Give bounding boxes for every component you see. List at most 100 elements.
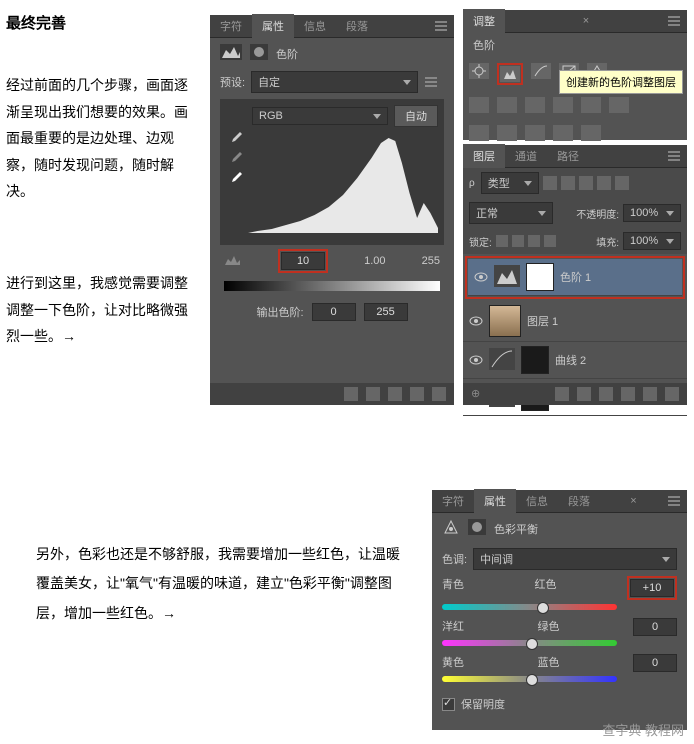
footer-icon-1[interactable] [344, 387, 358, 401]
selective-color-icon[interactable] [581, 125, 601, 141]
hue-icon[interactable] [469, 97, 489, 113]
brightness-icon[interactable] [469, 63, 489, 79]
layer-curves-2[interactable]: 曲线 2 [463, 342, 687, 379]
mask-thumb[interactable] [526, 263, 554, 291]
tab-properties[interactable]: 属性 [474, 489, 516, 513]
adj-menu-icon[interactable] [667, 15, 681, 27]
footer-icon-2[interactable] [366, 387, 380, 401]
layers-menu-icon[interactable] [667, 150, 681, 162]
preserve-luminosity-checkbox[interactable] [442, 698, 455, 711]
layer-levels-1[interactable]: 色阶 1 [468, 259, 682, 296]
layer-name[interactable]: 图层 1 [527, 313, 558, 329]
visibility-icon[interactable] [469, 316, 483, 326]
lock-trans-icon[interactable] [496, 235, 508, 247]
tab-info[interactable]: 信息 [294, 14, 336, 38]
close-icon[interactable]: × [624, 493, 642, 509]
input-black[interactable] [281, 252, 325, 270]
threshold-icon[interactable] [525, 125, 545, 141]
group-icon[interactable] [621, 387, 635, 401]
output-gradient[interactable] [224, 281, 440, 291]
bw-icon[interactable] [525, 97, 545, 113]
eyedropper-gray-icon[interactable] [229, 150, 243, 164]
opacity-input[interactable]: 100% [623, 204, 681, 222]
adj-icon-row3 [463, 119, 687, 147]
filter-pixel-icon[interactable] [543, 176, 557, 190]
output-black[interactable] [312, 303, 356, 321]
lookup-icon[interactable] [609, 97, 629, 113]
trash-icon[interactable] [665, 387, 679, 401]
levels-adj-icon[interactable] [500, 66, 520, 82]
channel-mixer-icon[interactable] [581, 97, 601, 113]
tab-adjustments[interactable]: 调整 [463, 9, 505, 33]
lock-all-icon[interactable] [544, 235, 556, 247]
close-icon[interactable]: × [577, 13, 595, 29]
lock-pos-icon[interactable] [528, 235, 540, 247]
article-title: 最终完善 [6, 10, 66, 39]
photo-filter-icon[interactable] [553, 97, 573, 113]
new-layer-icon[interactable] [643, 387, 657, 401]
blend-mode-dropdown[interactable]: 正常 [469, 202, 553, 224]
channel-dropdown[interactable]: RGB [252, 107, 388, 125]
mask-add-icon[interactable] [577, 387, 591, 401]
histogram [248, 133, 438, 233]
layer-filter-row: ρ 类型 [463, 168, 687, 198]
layer-image-1[interactable]: 图层 1 [463, 301, 687, 342]
tab-info[interactable]: 信息 [516, 489, 558, 513]
magenta-green-value[interactable] [633, 618, 677, 636]
visibility-icon[interactable] [474, 272, 488, 282]
mask-thumb[interactable] [521, 346, 549, 374]
histogram-small-icon [224, 254, 242, 269]
yellow-blue-slider[interactable] [442, 676, 617, 682]
fill-input[interactable]: 100% [623, 232, 681, 250]
eyedropper-white-icon[interactable] [229, 170, 243, 184]
cyan-red-slider[interactable] [442, 604, 617, 610]
footer-icon-4[interactable] [410, 387, 424, 401]
preset-menu-icon[interactable] [424, 76, 438, 88]
tab-char[interactable]: 字符 [432, 489, 474, 513]
invert-icon[interactable] [469, 125, 489, 141]
tab-para[interactable]: 段落 [558, 489, 600, 513]
preset-dropdown[interactable]: 自定 [251, 71, 418, 93]
curves-icon[interactable] [531, 63, 551, 79]
tab-properties[interactable]: 属性 [252, 14, 294, 38]
blend-row: 正常 不透明度: 100% [463, 198, 687, 228]
adj-subtitle: 色阶 [463, 33, 687, 57]
gradient-map-icon[interactable] [553, 125, 573, 141]
tab-para[interactable]: 段落 [336, 14, 378, 38]
kind-dropdown[interactable]: 类型 [481, 172, 539, 194]
layer-thumb[interactable] [489, 305, 521, 337]
tab-channels[interactable]: 通道 [505, 144, 547, 168]
input-white: 255 [422, 255, 440, 267]
trash-icon[interactable] [432, 387, 446, 401]
panel-menu-icon[interactable] [434, 20, 448, 32]
tab-layers[interactable]: 图层 [463, 144, 505, 168]
cb-title: 色彩平衡 [494, 521, 538, 537]
yellow-blue-value[interactable] [633, 654, 677, 672]
article-p2: 进行到这里，我感觉需要调整调整一下色阶，让对比略微强烈一些。→ [6, 270, 191, 350]
eyedropper-black-icon[interactable] [229, 130, 243, 144]
layer-name[interactable]: 色阶 1 [560, 269, 591, 285]
filter-type-icon[interactable] [579, 176, 593, 190]
filter-shape-icon[interactable] [597, 176, 611, 190]
visibility-icon[interactable] [469, 355, 483, 365]
output-white[interactable] [364, 303, 408, 321]
filter-smart-icon[interactable] [615, 176, 629, 190]
footer-icon-3[interactable] [388, 387, 402, 401]
lock-paint-icon[interactable] [512, 235, 524, 247]
magenta-green-slider[interactable] [442, 640, 617, 646]
fill-label: 填充: [596, 234, 619, 249]
fx-icon[interactable] [555, 387, 569, 401]
filter-adj-icon[interactable] [561, 176, 575, 190]
tone-dropdown[interactable]: 中间调 [473, 548, 677, 570]
layer-name[interactable]: 曲线 2 [555, 352, 586, 368]
adj-add-icon[interactable] [599, 387, 613, 401]
cb-menu-icon[interactable] [667, 495, 681, 507]
cyan-red-value[interactable] [630, 579, 674, 597]
tab-paths[interactable]: 路径 [547, 144, 589, 168]
tab-char[interactable]: 字符 [210, 14, 252, 38]
color-balance-panel: 字符 属性 信息 段落 × 色彩平衡 色调: 中间调 青色红色 洋红绿色 黄色蓝… [432, 490, 687, 730]
colorbal-icon[interactable] [497, 97, 517, 113]
posterize-icon[interactable] [497, 125, 517, 141]
lock-label: 锁定: [469, 234, 492, 249]
auto-button[interactable]: 自动 [394, 105, 438, 127]
